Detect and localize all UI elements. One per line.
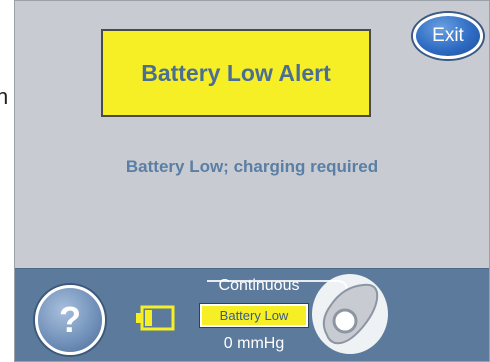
pressure-readout: 0 mmHg <box>223 335 285 352</box>
alert-title: Battery Low Alert <box>141 59 331 86</box>
battery-status-badge: Battery Low <box>199 303 309 328</box>
device-screen: Battery Low Alert Battery Low; charging … <box>14 0 490 362</box>
exit-button[interactable]: Exit <box>413 13 483 59</box>
exit-button-label: Exit <box>432 25 464 46</box>
help-button[interactable]: ? <box>35 285 105 355</box>
edge-text-fragment: n <box>0 84 9 109</box>
alert-banner: Battery Low Alert <box>101 29 371 117</box>
pump-device-icon[interactable] <box>309 271 391 357</box>
therapy-mode-label: Continuous <box>218 277 300 294</box>
help-question-icon: ? <box>59 299 81 340</box>
battery-low-icon <box>136 305 175 331</box>
alert-message: Battery Low; charging required <box>125 157 379 176</box>
battery-status-text: Battery Low <box>219 308 289 323</box>
